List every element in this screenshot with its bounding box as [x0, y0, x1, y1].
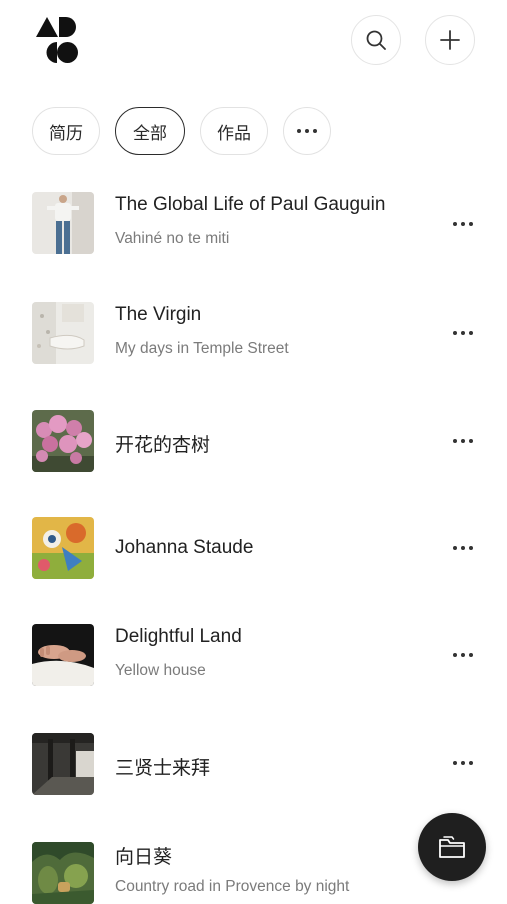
plus-icon — [440, 30, 460, 50]
folder-icon — [439, 836, 465, 858]
search-icon — [366, 30, 386, 50]
item-title: 三贤士来拜 — [115, 758, 211, 779]
more-dots-icon — [453, 653, 473, 657]
artwork-thumbnail — [32, 842, 94, 904]
item-more-button[interactable] — [451, 214, 475, 234]
item-more-button[interactable] — [451, 538, 475, 558]
more-dots-icon — [453, 331, 473, 335]
item-title: 向日葵 — [115, 847, 173, 868]
item-more-button[interactable] — [451, 323, 475, 343]
artwork-thumbnail — [32, 192, 94, 254]
item-subtitle: My days in Temple Street — [115, 340, 289, 357]
list-item[interactable]: The Global Life of Paul Gauguin Vahiné n… — [0, 192, 507, 262]
more-dots-icon — [453, 761, 473, 765]
item-title: Delightful Land — [115, 626, 242, 647]
more-dots-icon — [297, 129, 317, 133]
filter-chip-all[interactable]: 全部 — [115, 107, 185, 155]
item-subtitle: Country road in Provence by night — [115, 878, 350, 895]
item-title: 开花的杏树 — [115, 435, 211, 456]
folder-fab-button[interactable] — [418, 813, 486, 881]
add-button[interactable] — [425, 15, 475, 65]
list-item[interactable]: Johanna Staude — [0, 517, 507, 587]
item-subtitle: Yellow house — [115, 662, 206, 679]
list-item[interactable]: Delightful Land Yellow house — [0, 624, 507, 694]
item-more-button[interactable] — [451, 431, 475, 451]
item-more-button[interactable] — [451, 645, 475, 665]
filter-more-button[interactable] — [283, 107, 331, 155]
item-title: Johanna Staude — [115, 537, 254, 558]
item-title: The Virgin — [115, 304, 202, 325]
item-more-button[interactable] — [451, 753, 475, 773]
more-dots-icon — [453, 439, 473, 443]
filter-chip-works[interactable]: 作品 — [200, 107, 268, 155]
artwork-thumbnail — [32, 733, 94, 795]
artwork-thumbnail — [32, 410, 94, 472]
artwork-thumbnail — [32, 624, 94, 686]
more-dots-icon — [453, 546, 473, 550]
artwork-thumbnail — [32, 302, 94, 364]
more-dots-icon — [453, 222, 473, 226]
list-item[interactable]: The Virgin My days in Temple Street — [0, 302, 507, 372]
filter-chip-resume[interactable]: 简历 — [32, 107, 100, 155]
artwork-thumbnail — [32, 517, 94, 579]
item-title: The Global Life of Paul Gauguin — [115, 194, 386, 215]
ad-co-logo-icon — [36, 17, 78, 63]
item-subtitle: Vahiné no te miti — [115, 230, 230, 247]
list-item[interactable]: 三贤士来拜 — [0, 733, 507, 803]
list-item[interactable]: 开花的杏树 — [0, 410, 507, 480]
search-button[interactable] — [351, 15, 401, 65]
brand-logo — [36, 17, 78, 63]
